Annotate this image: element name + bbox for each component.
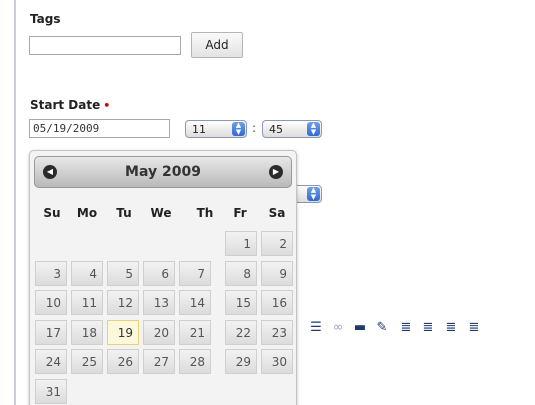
hour-select[interactable]: 11 ▲ ▼ [185,120,247,138]
start-date-label-text: Start Date [30,98,101,112]
weekday-header: Fr [233,206,247,220]
tags-label: Tags [30,12,61,26]
minute-select[interactable]: 45 ▲ ▼ [262,120,322,138]
align-right-icon[interactable]: ≣ [443,320,459,336]
calendar-day[interactable]: 1 [225,231,257,256]
calendar-day[interactable]: 29 [225,349,257,374]
calendar-day[interactable]: 30 [261,349,293,374]
minute-select-value: 45 [269,122,283,136]
calendar-day[interactable]: 18 [71,320,103,345]
hour-select-value: 11 [192,122,206,136]
weekday-header: Tu [116,206,132,220]
calendar-day[interactable]: 9 [261,261,293,286]
left-divider [14,0,16,405]
calendar-day[interactable]: 12 [107,290,139,315]
align-justify-icon[interactable]: ≣ [466,320,482,336]
calendar-day[interactable]: 10 [35,290,67,315]
calendar-day[interactable]: 22 [225,320,257,345]
weekday-header: Su [43,206,61,220]
calendar-day[interactable]: 3 [35,261,67,286]
calendar-day[interactable]: 26 [107,349,139,374]
horizontal-rule-icon[interactable]: ▬ [352,320,368,336]
calendar-day[interactable]: 27 [143,349,175,374]
start-date-input[interactable] [29,119,170,138]
weekday-header: Mo [76,206,98,220]
calendar-day[interactable]: 17 [35,320,67,345]
datepicker-header: ◀ May 2009 ▶ [34,156,292,188]
page: Tags Add Start Date• 11 ▲▼ : 45 ▲▼ ▲▼ ☰ … [0,0,535,405]
required-marker: • [103,99,111,112]
datepicker-popup: ◀ May 2009 ▶ Su Mo Tu We Th Fr Sa 1 2 3 4 5 6 7 8 9 10 11… [29,150,297,405]
calendar-day[interactable]: 8 [225,261,257,286]
calendar-day[interactable]: 13 [143,290,175,315]
weekday-header: Sa [268,206,286,220]
link-icon[interactable]: ∞ [330,320,346,336]
tags-input[interactable] [29,36,181,55]
eraser-icon[interactable]: ✎ [374,320,390,336]
calendar-day[interactable]: 6 [143,261,175,286]
align-left-icon[interactable]: ≣ [420,320,436,336]
calendar-day[interactable]: 2 [261,231,293,256]
weekday-header: We [150,206,172,220]
calendar-day[interactable]: 15 [225,290,257,315]
calendar-day[interactable]: 21 [179,320,211,345]
calendar-day[interactable]: 20 [143,320,175,345]
add-tag-button[interactable]: Add [191,32,243,58]
select-arrows-icon: ▲ ▼ [307,187,320,201]
select-arrows-icon: ▲ ▼ [232,122,245,136]
datepicker-title: May 2009 [125,164,201,180]
editor-toolbar: ☰ ∞ ▬ ✎ ≣ ≣ ≣ ≣ [300,320,535,340]
calendar-day[interactable]: 31 [35,379,67,404]
select-arrows-icon: ▲ ▼ [307,122,320,136]
chevron-right-icon[interactable]: ▶ [269,165,283,179]
calendar-day[interactable]: 5 [107,261,139,286]
calendar-day[interactable]: 16 [261,290,293,315]
calendar-day[interactable]: 23 [261,320,293,345]
calendar-day[interactable]: 4 [71,261,103,286]
time-separator: : [252,121,257,135]
align-center-icon[interactable]: ≣ [398,320,414,336]
start-date-label: Start Date • [30,98,110,112]
calendar-day-today[interactable]: 19 [107,320,139,345]
calendar-day[interactable]: 25 [71,349,103,374]
calendar-day[interactable]: 24 [35,349,67,374]
calendar-day[interactable]: 7 [179,261,211,286]
calendar-day[interactable]: 11 [71,290,103,315]
calendar-day[interactable]: 28 [179,349,211,374]
weekday-header: Th [196,206,214,220]
list-icon[interactable]: ☰ [308,320,324,336]
calendar-day[interactable]: 14 [179,290,211,315]
